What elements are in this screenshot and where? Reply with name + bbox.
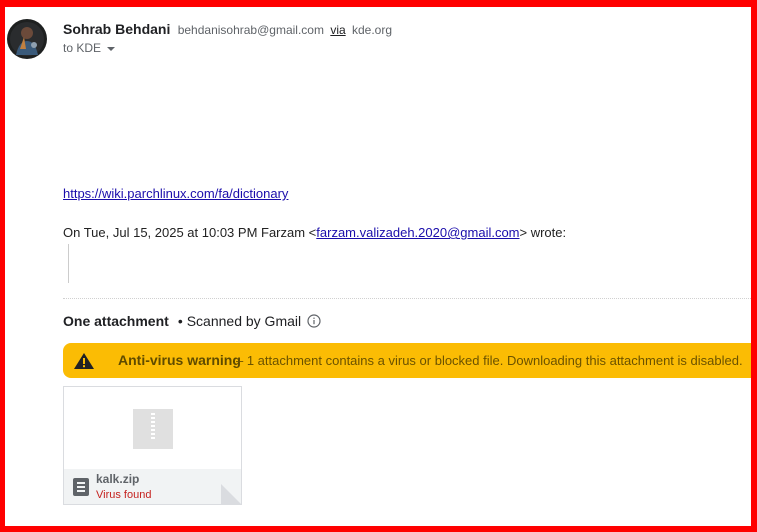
- quote-intro: On Tue, Jul 15, 2025 at 10:03 PM Farzam …: [63, 225, 566, 240]
- via-domain: kde.org: [352, 23, 393, 37]
- message-link[interactable]: https://wiki.parchlinux.com/fa/dictionar…: [63, 186, 288, 201]
- attachment-footer: kalk.zip Virus found: [64, 469, 241, 504]
- document-icon: [73, 478, 89, 496]
- quote-bar: [68, 244, 69, 283]
- zip-file-icon: [133, 409, 173, 449]
- separator-dot: •: [177, 313, 183, 329]
- info-icon[interactable]: [307, 314, 321, 328]
- chevron-down-icon[interactable]: [107, 47, 116, 51]
- sender-line: Sohrab Behdani behdanisohrab@gmail.com v…: [63, 21, 392, 37]
- quote-sender-email[interactable]: farzam.valizadeh.2020@gmail.com: [316, 225, 519, 240]
- recipients-toggle[interactable]: to KDE: [63, 41, 116, 55]
- sender-name[interactable]: Sohrab Behdani: [63, 21, 170, 37]
- warning-icon: [74, 353, 94, 374]
- attachments-header: One attachment • Scanned by Gmail: [63, 313, 321, 329]
- attachment-count: One attachment: [63, 313, 169, 329]
- screenshot-frame: Sohrab Behdani behdanisohrab@gmail.com v…: [0, 0, 757, 532]
- warning-text: – 1 attachment contains a virus or block…: [236, 353, 743, 368]
- antivirus-warning: Anti-virus warning – 1 attachment contai…: [63, 343, 751, 378]
- email-view: Sohrab Behdani behdanisohrab@gmail.com v…: [5, 7, 751, 526]
- attachment-card[interactable]: kalk.zip Virus found: [63, 386, 242, 505]
- page-fold: [221, 484, 241, 504]
- recipients-label: to KDE: [63, 41, 102, 55]
- via-link[interactable]: via: [330, 23, 345, 37]
- attachment-filename: kalk.zip: [96, 472, 140, 486]
- avatar[interactable]: [7, 19, 47, 59]
- quote-intro-suffix: > wrote:: [519, 225, 567, 240]
- sender-email: behdanisohrab@gmail.com: [177, 23, 324, 37]
- scanned-label: Scanned by Gmail: [186, 313, 302, 329]
- attachment-status: Virus found: [96, 489, 152, 501]
- attachments-divider: [63, 298, 751, 299]
- quote-intro-prefix: On Tue, Jul 15, 2025 at 10:03 PM Farzam …: [63, 225, 317, 240]
- warning-title: Anti-virus warning: [118, 352, 241, 368]
